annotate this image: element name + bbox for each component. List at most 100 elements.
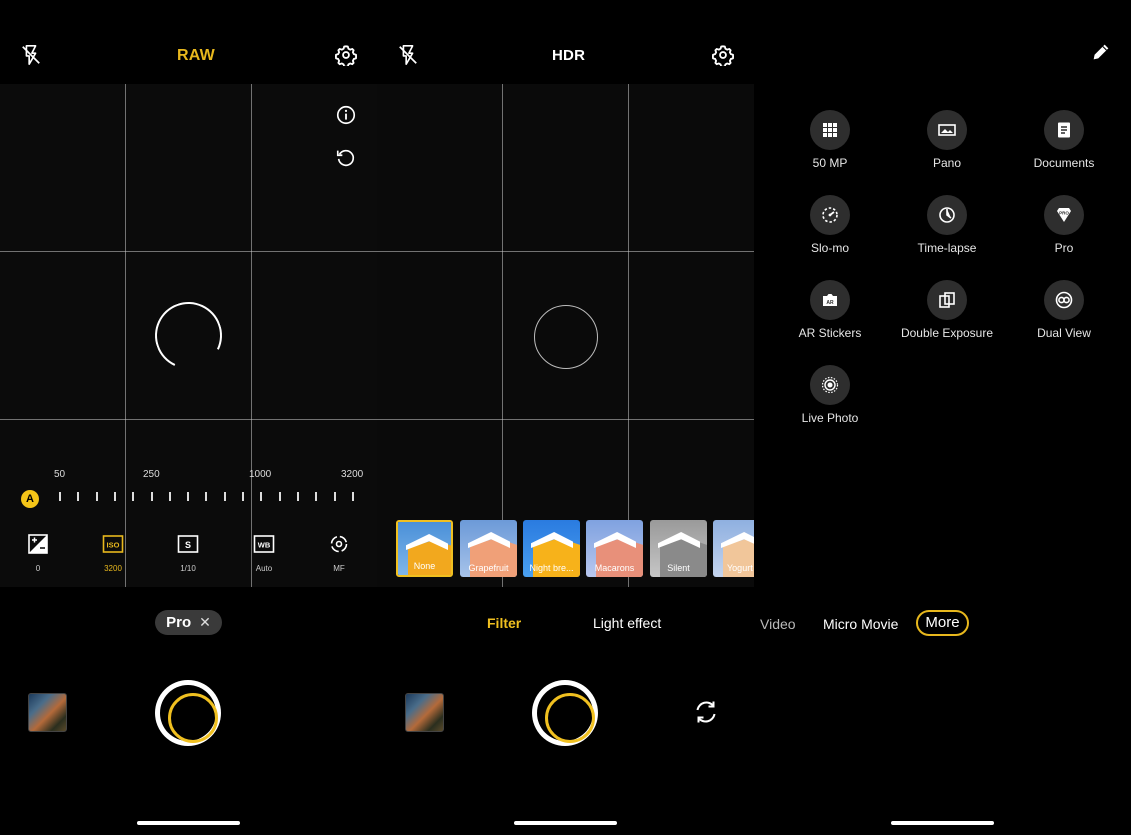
raw-label: RAW — [177, 47, 215, 64]
mode-label: Slo-mo — [810, 241, 849, 255]
live-photo-icon — [810, 365, 850, 405]
svg-text:ISO: ISO — [107, 541, 120, 550]
hdr-toggle[interactable]: HDR — [552, 47, 585, 64]
shutter-speed-control[interactable]: S 1/10 — [163, 534, 213, 573]
document-icon — [1044, 110, 1084, 150]
home-indicator[interactable] — [891, 821, 994, 825]
filter-label: Yogurt — [727, 563, 753, 573]
home-indicator[interactable] — [514, 821, 617, 825]
iso-tick — [113, 492, 116, 501]
settings-gear-icon[interactable] — [712, 44, 734, 66]
white-balance-control[interactable]: WB Auto — [239, 534, 289, 573]
settings-gear-icon[interactable] — [335, 44, 357, 66]
mode-label: Documents — [1033, 156, 1095, 170]
filter-item-night-breeze[interactable]: Night bre... — [523, 520, 580, 577]
exposure-icon — [27, 534, 49, 554]
info-icon[interactable] — [335, 104, 357, 126]
mode-live-photo[interactable]: Live Photo — [775, 365, 885, 425]
grid-line — [377, 251, 754, 252]
filter-item-grapefruit[interactable]: Grapefruit — [460, 520, 517, 577]
svg-text:AR: AR — [826, 300, 834, 306]
viewfinder[interactable] — [0, 84, 377, 587]
filter-item-macarons[interactable]: Macarons — [586, 520, 643, 577]
grid-line — [251, 84, 252, 587]
mode-pro[interactable]: PRO Pro — [1009, 195, 1119, 255]
iso-tick — [278, 492, 281, 501]
pro-icon: PRO — [1044, 195, 1084, 235]
filter-item-yogurt[interactable]: Yogurt — [713, 520, 754, 577]
iso-tick — [351, 492, 354, 501]
svg-text:S: S — [185, 540, 191, 550]
focus-ring[interactable] — [145, 292, 232, 379]
mode-label: AR Stickers — [798, 326, 862, 340]
mode-double-exposure[interactable]: Double Exposure — [892, 280, 1002, 340]
iso-tick — [132, 492, 135, 501]
auto-badge[interactable]: A — [21, 490, 39, 508]
filter-label: Grapefruit — [468, 563, 509, 573]
focus-value: MF — [333, 564, 345, 573]
mode-pano[interactable]: Pano — [892, 110, 1002, 170]
home-indicator[interactable] — [137, 821, 240, 825]
grid-line — [125, 84, 126, 587]
focus-ring[interactable] — [534, 305, 598, 369]
tab-light-effect[interactable]: Light effect — [593, 615, 661, 631]
mode-label: 50 MP — [812, 156, 848, 170]
gallery-thumbnail[interactable] — [28, 693, 67, 732]
mode-more[interactable]: More — [916, 610, 969, 636]
mode-video[interactable]: Video — [760, 616, 796, 632]
mode-time-lapse[interactable]: Time-lapse — [892, 195, 1002, 255]
raw-toggle[interactable]: RAW — [177, 47, 215, 65]
focus-control[interactable]: MF — [314, 534, 364, 573]
pro-mode-chip[interactable]: Pro ✕ — [155, 610, 222, 635]
iso-tick — [296, 492, 299, 501]
grid-line — [0, 251, 377, 252]
mode-label: Live Photo — [801, 411, 859, 425]
iso-tick — [77, 492, 80, 501]
timelapse-icon — [927, 195, 967, 235]
filter-label: Macarons — [594, 563, 635, 573]
switch-camera-icon[interactable] — [693, 699, 719, 725]
svg-text:PRO: PRO — [1059, 211, 1069, 216]
filter-label: Silent — [667, 563, 690, 573]
mode-50mp[interactable]: 50 MP — [775, 110, 885, 170]
mode-documents[interactable]: Documents — [1009, 110, 1119, 170]
gallery-thumbnail[interactable] — [405, 693, 444, 732]
edit-pencil-icon[interactable] — [1090, 41, 1112, 63]
iso-control[interactable]: ISO 3200 — [88, 534, 138, 573]
iso-scale-label: 250 — [143, 469, 160, 480]
ar-stickers-icon: AR — [810, 280, 850, 320]
iso-scale-label: 1000 — [249, 469, 272, 480]
reset-icon[interactable] — [335, 147, 357, 169]
mode-slo-mo[interactable]: Slo-mo — [775, 195, 885, 255]
mode-dual-view[interactable]: Dual View — [1009, 280, 1119, 340]
flash-off-icon[interactable] — [397, 44, 419, 66]
grid-icon — [810, 110, 850, 150]
close-icon[interactable]: ✕ — [199, 614, 211, 631]
exposure-control[interactable]: 0 — [13, 534, 63, 573]
filter-item-none[interactable]: None — [396, 520, 453, 577]
filter-label: Night bre... — [529, 563, 574, 573]
iso-tick — [187, 492, 190, 501]
iso-tick — [242, 492, 244, 501]
grid-line — [628, 84, 629, 587]
iso-tick — [95, 492, 98, 501]
viewfinder[interactable] — [377, 84, 754, 587]
iso-tick — [333, 492, 336, 501]
white-balance-icon: WB — [253, 534, 275, 554]
flash-off-icon[interactable] — [20, 44, 42, 66]
filter-label: None — [413, 561, 436, 571]
mode-micro-movie[interactable]: Micro Movie — [823, 616, 898, 632]
iso-tick — [223, 492, 226, 501]
shutter-button[interactable] — [155, 680, 221, 746]
tab-filter[interactable]: Filter — [487, 615, 521, 631]
shutter-button[interactable] — [532, 680, 598, 746]
mode-label: Pano — [932, 156, 962, 170]
exposure-value: 0 — [35, 564, 41, 573]
filter-item-silent[interactable]: Silent — [650, 520, 707, 577]
focus-icon — [328, 534, 350, 554]
mode-ar-stickers[interactable]: AR AR Stickers — [775, 280, 885, 340]
shutter-speed-value: 1/10 — [180, 564, 196, 573]
panorama-icon — [927, 110, 967, 150]
mode-label: Pro — [1054, 241, 1074, 255]
iso-value: 3200 — [104, 564, 122, 573]
